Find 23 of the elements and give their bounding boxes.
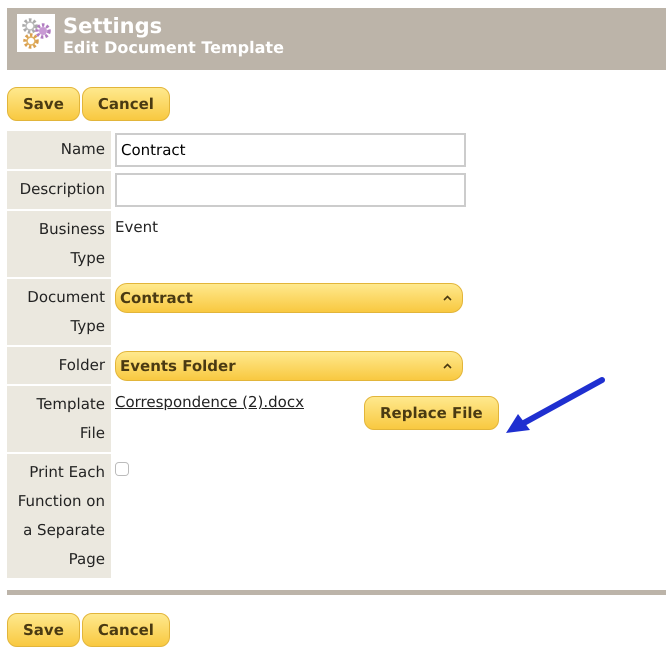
caret-icon xyxy=(443,363,452,369)
save-button[interactable]: Save xyxy=(7,87,80,121)
cancel-button[interactable]: Cancel xyxy=(82,87,170,121)
checkbox[interactable] xyxy=(115,462,129,476)
field-label: Name xyxy=(7,131,111,169)
caret-icon xyxy=(443,295,452,301)
page-subtitle: Edit Document Template xyxy=(63,38,284,58)
cancel-button[interactable]: Cancel xyxy=(82,613,170,647)
field-value: Event xyxy=(115,218,158,236)
field-label: Template File xyxy=(7,386,111,452)
field-label: Folder xyxy=(7,347,111,384)
text-field[interactable] xyxy=(115,173,466,207)
field-label: Print Each Function on a Separate Page xyxy=(7,454,111,578)
field-label: Document Type xyxy=(7,279,111,345)
replace-file-button[interactable]: Replace File xyxy=(364,396,499,430)
field-label: Description xyxy=(7,171,111,209)
text-field[interactable]: Contract xyxy=(115,133,466,167)
dropdown-select[interactable]: Contract xyxy=(115,283,463,313)
save-button[interactable]: Save xyxy=(7,613,80,647)
file-link[interactable]: Correspondence (2).docx xyxy=(115,388,304,417)
page-title: Settings xyxy=(63,14,164,38)
field-label: Business Type xyxy=(7,211,111,277)
dropdown-select[interactable]: Events Folder xyxy=(115,351,463,381)
